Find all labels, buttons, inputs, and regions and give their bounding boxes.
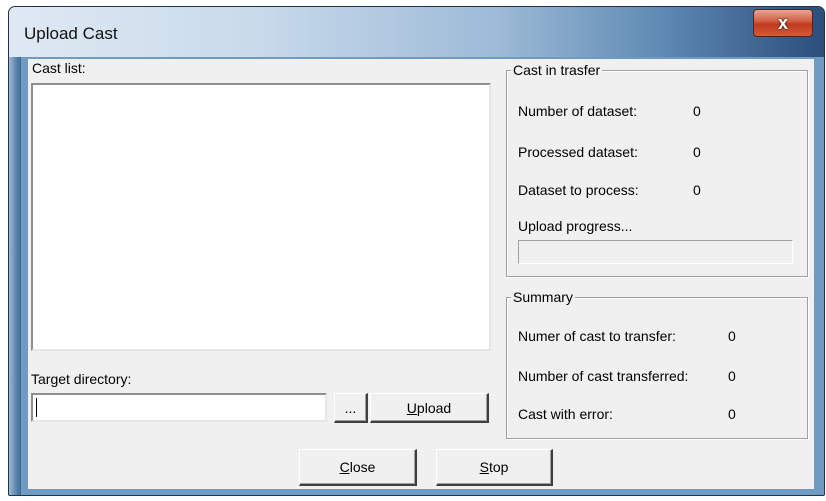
summary-row-label: Numer of cast to transfer:	[518, 328, 676, 344]
upload-button-label-rest: pload	[416, 399, 452, 416]
dataset-to-process-value: 0	[693, 182, 701, 198]
transfer-row-label: Number of dataset:	[518, 103, 638, 119]
cast-to-transfer-value: 0	[728, 328, 736, 344]
close-accelerator: C	[339, 459, 350, 475]
window-frame-edge	[9, 57, 21, 495]
dialog-client-area: Cast list: Target directory: ... Upload …	[28, 59, 814, 489]
upload-button[interactable]: Upload	[370, 393, 489, 423]
stop-accelerator: S	[479, 459, 489, 475]
stop-button[interactable]: Stop	[436, 449, 553, 486]
cast-in-transfer-title: Cast in trasfer	[511, 62, 603, 78]
window-title: Upload Cast	[24, 24, 118, 43]
processed-dataset-value: 0	[693, 144, 701, 160]
stop-button-label-rest: top	[488, 459, 509, 475]
upload-progress-label: Upload progress...	[518, 218, 633, 234]
target-directory-input[interactable]	[31, 393, 327, 422]
text-caret	[36, 398, 37, 417]
close-button-label-rest: lose	[349, 459, 376, 475]
browse-button[interactable]: ...	[334, 393, 368, 423]
window-close-button[interactable]: x	[753, 9, 813, 37]
browse-button-label: ...	[344, 399, 357, 416]
upload-accelerator: U	[406, 399, 417, 416]
title-bar[interactable]: Upload Cast x	[9, 7, 824, 57]
summary-row-label: Cast with error:	[518, 406, 613, 422]
close-button[interactable]: Close	[299, 449, 417, 486]
target-directory-label: Target directory:	[31, 371, 132, 387]
upload-cast-dialog: Upload Cast x Cast list: Target director…	[8, 6, 825, 496]
transfer-row-label: Processed dataset:	[518, 144, 638, 160]
number-of-dataset-value: 0	[693, 103, 701, 119]
summary-title: Summary	[511, 289, 575, 305]
cast-transferred-value: 0	[728, 368, 736, 384]
upload-progress-bar	[518, 240, 793, 264]
close-icon: x	[777, 12, 788, 33]
summary-row-label: Number of cast transferred:	[518, 368, 689, 384]
cast-list-label: Cast list:	[32, 60, 86, 76]
cast-list-box[interactable]	[31, 83, 491, 351]
cast-with-error-value: 0	[728, 406, 736, 422]
transfer-row-label: Dataset to process:	[518, 182, 639, 198]
